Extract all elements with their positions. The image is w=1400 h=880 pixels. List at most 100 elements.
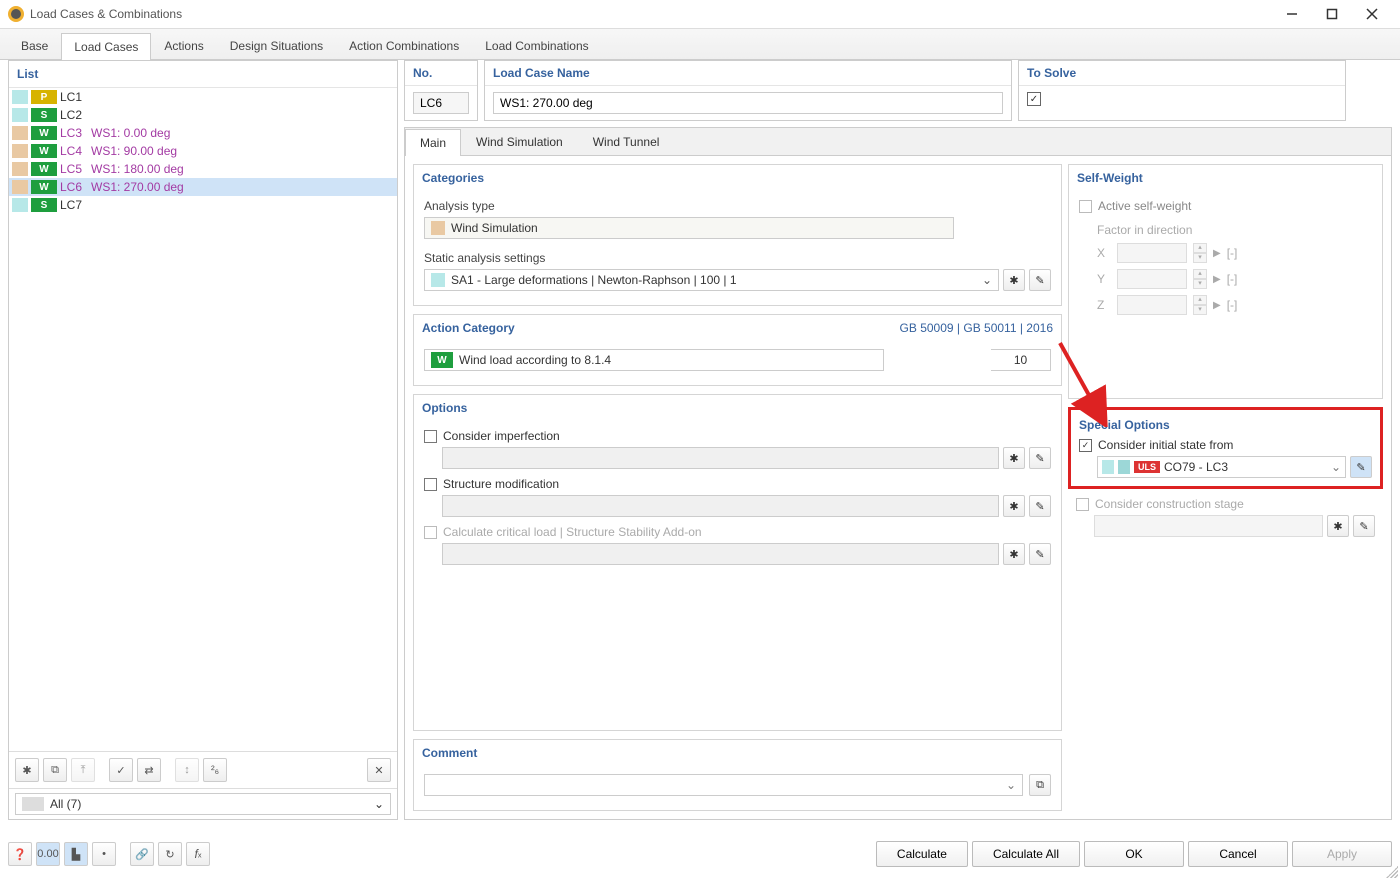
initial-state-checkbox[interactable]: ✓ [1079, 439, 1092, 452]
chevron-down-icon: ⌄ [982, 273, 992, 287]
calculate-all-button[interactable]: Calculate All [972, 841, 1080, 867]
list-filter-label: All (7) [50, 797, 81, 811]
imperfection-new-button[interactable]: ✱ [1003, 447, 1025, 469]
filter-button[interactable]: ⇄ [137, 758, 161, 782]
subtab-wind-tunnel[interactable]: Wind Tunnel [578, 128, 675, 155]
check-button[interactable]: ✓ [109, 758, 133, 782]
imperfection-edit-button[interactable]: ✎ [1029, 447, 1051, 469]
action-category-field[interactable]: W Wind load according to 8.1.4 [424, 349, 884, 371]
tab-load-combinations[interactable]: Load Combinations [472, 32, 601, 59]
list-item-desc: WS1: 180.00 deg [91, 162, 184, 176]
list-item-code: LC5 [60, 162, 88, 176]
structure-mod-checkbox[interactable] [424, 478, 437, 491]
insert-item-button[interactable]: ⤒ [71, 758, 95, 782]
resize-grip-icon[interactable] [1386, 866, 1398, 878]
list-item[interactable]: PLC1 [9, 88, 397, 106]
static-edit-button[interactable]: ✎ [1029, 269, 1051, 291]
cancel-button[interactable]: Cancel [1188, 841, 1288, 867]
solve-label: To Solve [1019, 61, 1345, 86]
factor-direction-label: Factor in direction [1097, 223, 1372, 237]
ok-button[interactable]: OK [1084, 841, 1184, 867]
critical-load-new-button[interactable]: ✱ [1003, 543, 1025, 565]
copy-item-button[interactable]: ⧉ [43, 758, 67, 782]
sw-x-input [1117, 243, 1187, 263]
imperfection-checkbox[interactable] [424, 430, 437, 443]
structure-mod-dropdown[interactable] [442, 495, 999, 517]
uls-badge: ULS [1134, 461, 1160, 473]
list-item[interactable]: WLC5WS1: 180.00 deg [9, 160, 397, 178]
structure-mod-new-button[interactable]: ✱ [1003, 495, 1025, 517]
sort-asc-button[interactable]: ↕ [175, 758, 199, 782]
structure-mod-edit-button[interactable]: ✎ [1029, 495, 1051, 517]
analysis-type-dropdown[interactable]: Wind Simulation [424, 217, 954, 239]
color-chip-icon [12, 162, 28, 176]
chip-icon [1118, 460, 1130, 474]
list-filter-dropdown[interactable]: All (7) ⌄ [15, 793, 391, 815]
tab-base[interactable]: Base [8, 32, 61, 59]
self-weight-header: Self-Weight [1069, 165, 1382, 191]
sw-y-input [1117, 269, 1187, 289]
calculate-button[interactable]: Calculate [876, 841, 968, 867]
special-options-group: Special Options ✓ Consider initial state… [1068, 407, 1383, 489]
maximize-button[interactable] [1312, 0, 1352, 28]
initial-state-value: CO79 - LC3 [1164, 460, 1228, 474]
apply-button[interactable]: Apply [1292, 841, 1392, 867]
static-settings-value: SA1 - Large deformations | Newton-Raphso… [451, 273, 737, 287]
link-button[interactable]: 🔗 [130, 842, 154, 866]
action-category-header: Action Category [422, 321, 515, 335]
initial-state-edit-button[interactable]: ✎ [1350, 456, 1372, 478]
construction-stage-new-button[interactable]: ✱ [1327, 515, 1349, 537]
imperfection-dropdown[interactable] [442, 447, 999, 469]
list-item[interactable]: WLC4WS1: 90.00 deg [9, 142, 397, 160]
app-icon [8, 6, 24, 22]
name-fieldset: Load Case Name [484, 60, 1012, 121]
action-category-num: 10 [991, 349, 1051, 371]
tab-actions[interactable]: Actions [151, 32, 216, 59]
tab-load-cases[interactable]: Load Cases [61, 33, 151, 60]
analysis-type-value: Wind Simulation [451, 221, 538, 235]
new-item-button[interactable]: ✱ [15, 758, 39, 782]
no-input[interactable] [413, 92, 469, 114]
active-self-weight-checkbox[interactable] [1079, 200, 1092, 213]
number-button[interactable]: ²₆ [203, 758, 227, 782]
list-item[interactable]: SLC7 [9, 196, 397, 214]
tag-chip: W [31, 180, 57, 194]
window-title: Load Cases & Combinations [30, 7, 1272, 21]
tab-action-combinations[interactable]: Action Combinations [336, 32, 472, 59]
list-item-code: LC3 [60, 126, 88, 140]
subtab-main[interactable]: Main [405, 129, 461, 156]
comment-header: Comment [414, 740, 1061, 766]
minimize-button[interactable] [1272, 0, 1312, 28]
tag-chip: W [31, 162, 57, 176]
title-bar: Load Cases & Combinations [0, 0, 1400, 28]
static-settings-dropdown[interactable]: SA1 - Large deformations | Newton-Raphso… [424, 269, 999, 291]
help-button[interactable]: ❓ [8, 842, 32, 866]
list-item[interactable]: SLC2 [9, 106, 397, 124]
delete-item-button[interactable]: ✕ [367, 758, 391, 782]
comment-edit-button[interactable]: ⧉ [1029, 774, 1051, 796]
tab-design-situations[interactable]: Design Situations [217, 32, 336, 59]
construction-stage-edit-button[interactable]: ✎ [1353, 515, 1375, 537]
critical-load-label: Calculate critical load | Structure Stab… [443, 525, 702, 539]
view-button[interactable]: ▙ [64, 842, 88, 866]
units-button[interactable]: 0.00 [36, 842, 60, 866]
fx-button[interactable]: fₓ [186, 842, 210, 866]
initial-state-dropdown[interactable]: ULS CO79 - LC3 ⌄ [1097, 456, 1346, 478]
refresh-button[interactable]: ↻ [158, 842, 182, 866]
initial-state-label: Consider initial state from [1098, 438, 1233, 452]
imperfection-label: Consider imperfection [443, 429, 560, 443]
static-new-button[interactable]: ✱ [1003, 269, 1025, 291]
list-item[interactable]: WLC6WS1: 270.00 deg [9, 178, 397, 196]
to-solve-checkbox[interactable]: ✓ [1027, 92, 1041, 106]
analysis-type-chip-icon [431, 221, 445, 235]
list-panel: List PLC1SLC2WLC3WS1: 0.00 degWLC4WS1: 9… [8, 60, 398, 820]
subtab-wind-simulation[interactable]: Wind Simulation [461, 128, 578, 155]
dot-button[interactable]: • [92, 842, 116, 866]
name-input[interactable] [493, 92, 1003, 114]
list-item-desc: WS1: 270.00 deg [91, 180, 184, 194]
special-options-header: Special Options [1075, 416, 1376, 438]
comment-dropdown[interactable]: ⌄ [424, 774, 1023, 796]
list-item[interactable]: WLC3WS1: 0.00 deg [9, 124, 397, 142]
critical-load-edit-button[interactable]: ✎ [1029, 543, 1051, 565]
close-button[interactable] [1352, 0, 1392, 28]
